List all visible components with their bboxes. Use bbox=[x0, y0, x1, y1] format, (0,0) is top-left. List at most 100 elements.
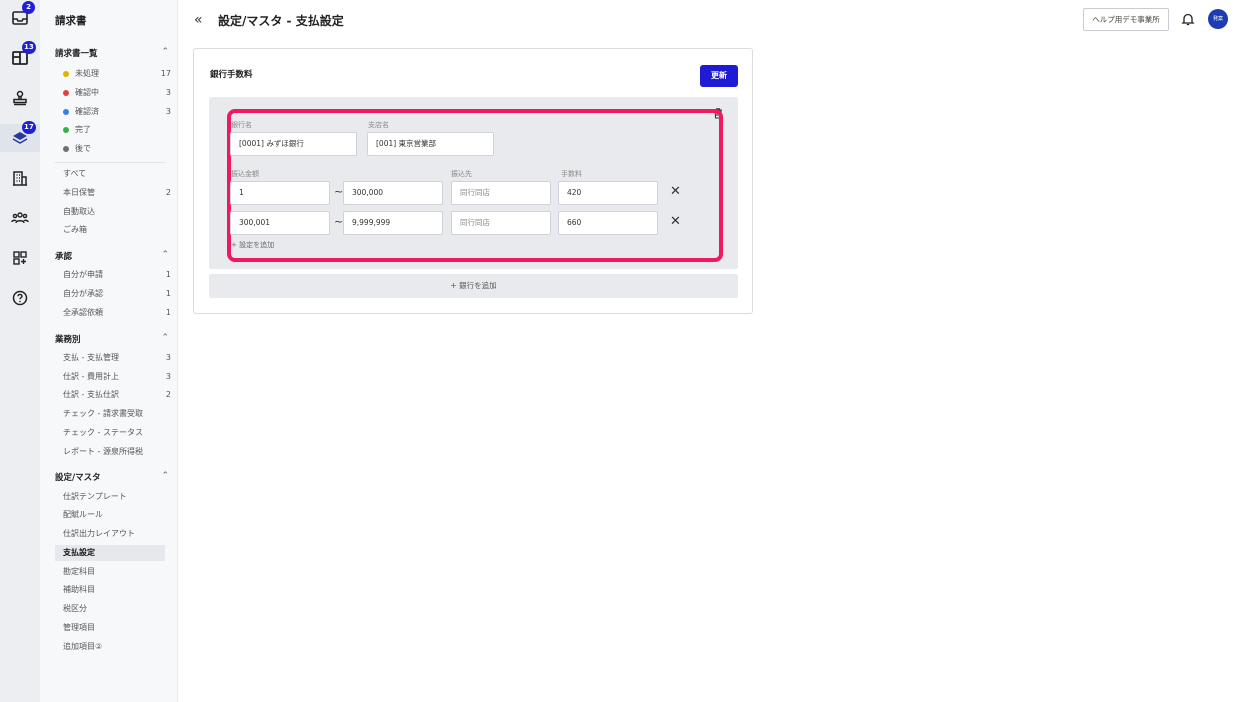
sidebar-item[interactable]: 自分が申請 1 bbox=[55, 267, 171, 283]
sidebar-item-label: 仕訳出力レイアウト bbox=[63, 529, 135, 538]
building-nav[interactable] bbox=[0, 164, 40, 192]
sidebar-title: 請求書 bbox=[55, 15, 87, 27]
sidebar-item-label: 税区分 bbox=[63, 604, 87, 613]
sidebar-item-label: ごみ箱 bbox=[63, 225, 87, 234]
fee-field[interactable]: 420 bbox=[558, 181, 658, 205]
sidebar-item[interactable]: チェック - 請求書受取 bbox=[55, 406, 165, 422]
sidebar-item[interactable]: 自分が承認 1 bbox=[55, 286, 171, 302]
sidebar-item[interactable]: 税区分 bbox=[55, 601, 165, 617]
destination-select[interactable]: 同行同店 bbox=[451, 211, 551, 235]
sidebar-item-count: 1 bbox=[165, 308, 171, 317]
chevron-up-icon: ⌃ bbox=[161, 47, 169, 57]
amount-from-field[interactable]: 300,001 bbox=[230, 211, 330, 235]
sidebar-item[interactable]: 勘定科目 bbox=[55, 564, 165, 580]
sidebar-item-label: 仕訳 - 支払仕訳 bbox=[63, 390, 119, 399]
status-dot bbox=[63, 71, 69, 77]
fee-label: 手数料 bbox=[561, 170, 582, 178]
layers-nav[interactable]: 17 bbox=[0, 121, 40, 152]
section-business[interactable]: 業務別 ⌃ bbox=[55, 333, 169, 347]
sidebar-item-status[interactable]: 確認中 3 bbox=[55, 85, 171, 101]
stamp-nav[interactable] bbox=[0, 84, 40, 112]
sidebar-item-label: 未処理 bbox=[75, 69, 99, 78]
destination-select[interactable]: 同行同店 bbox=[451, 181, 551, 205]
sidebar-item[interactable]: 補助科目 bbox=[55, 582, 165, 598]
sidebar-item-label: チェック - ステータス bbox=[63, 428, 143, 437]
sidebar-item[interactable]: 追加項目② bbox=[55, 639, 165, 655]
avatar[interactable]: 発案 bbox=[1208, 9, 1228, 29]
range-tilde: ~ bbox=[334, 215, 344, 228]
sidebar-item[interactable]: 仕訳出力レイアウト bbox=[55, 526, 165, 542]
sidebar-item-payment-settings[interactable]: 支払設定 bbox=[55, 545, 165, 561]
status-dot bbox=[63, 90, 69, 96]
help-demo-button[interactable]: ヘルプ用デモ事業所 bbox=[1083, 8, 1169, 31]
sidebar-item-label: 仕訳 - 費用計上 bbox=[63, 372, 119, 381]
apps-add-icon bbox=[13, 251, 27, 265]
sidebar-item-label: チェック - 請求書受取 bbox=[63, 409, 143, 418]
sidebar-item[interactable]: 仕訳 - 費用計上 3 bbox=[55, 369, 171, 385]
layers-badge: 17 bbox=[22, 121, 36, 134]
branch-field[interactable]: [001] 東京営業部 bbox=[367, 132, 494, 156]
update-button[interactable]: 更新 bbox=[700, 65, 738, 87]
bank-name-label: 銀行名 bbox=[231, 121, 252, 129]
collapse-back-button[interactable]: « bbox=[194, 12, 203, 28]
sidebar-item-label: 自分が承認 bbox=[63, 289, 103, 298]
status-dot bbox=[63, 146, 69, 152]
sidebar-item-status[interactable]: 後で bbox=[55, 141, 165, 157]
sidebar-item-status[interactable]: 完了 bbox=[55, 122, 165, 138]
help-nav[interactable] bbox=[0, 284, 40, 312]
sidebar-item[interactable]: 本日保管 2 bbox=[55, 185, 171, 201]
users-nav[interactable] bbox=[0, 204, 40, 232]
sidebar-item[interactable]: すべて bbox=[55, 166, 165, 182]
sidebar-item-count: 2 bbox=[165, 390, 171, 399]
stamp-icon bbox=[13, 90, 27, 106]
sidebar-item-count: 3 bbox=[165, 88, 171, 97]
sidebar-item-label: レポート - 源泉所得税 bbox=[63, 447, 143, 456]
bell-icon[interactable] bbox=[1181, 12, 1195, 26]
sidebar-item-status[interactable]: 未処理 17 bbox=[55, 66, 171, 82]
building-icon bbox=[13, 171, 27, 186]
sidebar-item-status[interactable]: 確認済 3 bbox=[55, 104, 171, 120]
sidebar-item-label: 自分が申請 bbox=[63, 270, 103, 279]
amount-to-field[interactable]: 300,000 bbox=[343, 181, 443, 205]
sidebar-item[interactable]: 仕訳 - 支払仕訳 2 bbox=[55, 387, 171, 403]
users-icon bbox=[11, 212, 29, 224]
section-label: 承認 bbox=[55, 252, 73, 262]
sidebar-item-label: 勘定科目 bbox=[63, 567, 95, 576]
inbox-nav[interactable]: 2 bbox=[0, 1, 40, 32]
chevron-up-icon: ⌃ bbox=[161, 250, 169, 260]
sidebar-item[interactable]: 全承認依頼 1 bbox=[55, 305, 171, 321]
bank-name-field[interactable]: [0001] みずほ銀行 bbox=[230, 132, 357, 156]
sidebar-item-label: 管理項目 bbox=[63, 623, 95, 632]
sidebar-item[interactable]: 配賦ルール bbox=[55, 507, 165, 523]
fee-field[interactable]: 660 bbox=[558, 211, 658, 235]
amount-to-field[interactable]: 9,999,999 bbox=[343, 211, 443, 235]
add-setting-link[interactable]: + 設定を追加 bbox=[231, 240, 274, 250]
sidebar-item-label: 支払 - 支払管理 bbox=[63, 353, 119, 362]
amount-from-field[interactable]: 1 bbox=[230, 181, 330, 205]
chevron-up-icon: ⌃ bbox=[161, 333, 169, 343]
status-dot bbox=[63, 127, 69, 133]
sidebar-item[interactable]: チェック - ステータス bbox=[55, 425, 165, 441]
section-invoice-list[interactable]: 請求書一覧 ⌃ bbox=[55, 47, 169, 61]
layout-nav[interactable]: 13 bbox=[0, 41, 40, 72]
sidebar-item[interactable]: レポート - 源泉所得税 bbox=[55, 444, 165, 460]
section-label: 設定/マスタ bbox=[55, 473, 101, 483]
sidebar-item[interactable]: 仕訳テンプレート bbox=[55, 489, 165, 505]
layout-badge: 13 bbox=[22, 41, 36, 54]
close-icon[interactable]: ✕ bbox=[670, 184, 681, 199]
sidebar-item-label: 確認中 bbox=[75, 88, 99, 97]
sidebar-item[interactable]: 管理項目 bbox=[55, 620, 165, 636]
sidebar-item[interactable]: ごみ箱 bbox=[55, 222, 165, 238]
sidebar-item-count: 17 bbox=[160, 69, 171, 78]
section-settings[interactable]: 設定/マスタ ⌃ bbox=[55, 471, 169, 485]
apps-add-nav[interactable] bbox=[0, 244, 40, 272]
add-bank-button[interactable]: + 銀行を追加 bbox=[209, 274, 738, 298]
close-icon[interactable]: ✕ bbox=[670, 214, 681, 229]
sidebar-item[interactable]: 支払 - 支払管理 3 bbox=[55, 350, 171, 366]
inbox-badge: 2 bbox=[22, 1, 35, 14]
section-approval[interactable]: 承認 ⌃ bbox=[55, 250, 169, 264]
icon-rail: 2 13 17 bbox=[0, 0, 40, 702]
sidebar-item[interactable]: 自動取込 bbox=[55, 204, 165, 220]
sidebar-item-count: 1 bbox=[165, 289, 171, 298]
sidebar-item-label: 配賦ルール bbox=[63, 510, 103, 519]
